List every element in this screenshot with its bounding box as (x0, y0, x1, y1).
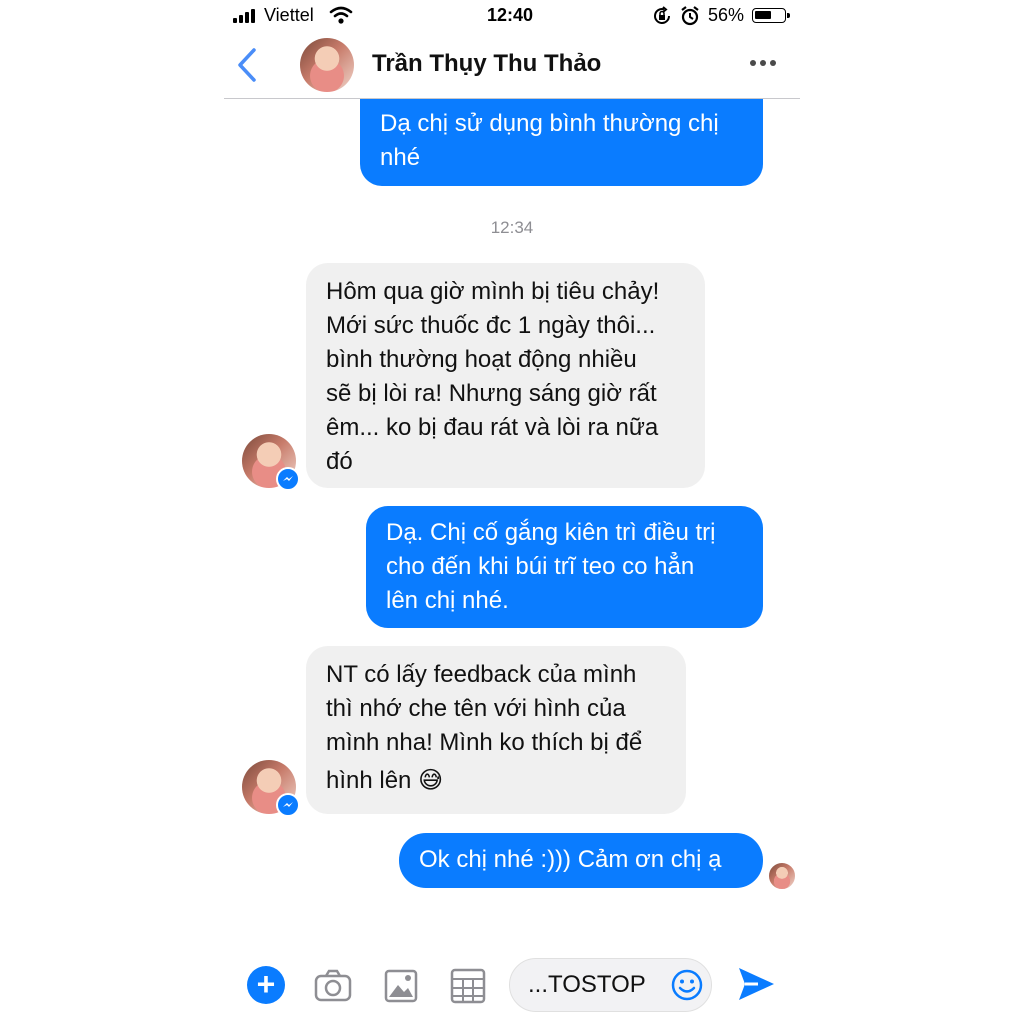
message-line: hình lên 😅 (326, 764, 666, 798)
status-bar: Viettel 12:40 56% (224, 0, 800, 32)
conversation-header: Trần Thụy Thu Thảo (224, 32, 800, 99)
battery-percent: 56% (708, 5, 745, 25)
plus-icon[interactable]: + (247, 966, 285, 1004)
message-line: êm... ko bị đau rát và lòi ra nữa (326, 414, 659, 441)
status-time: 12:40 (487, 5, 534, 25)
message-bubble-outgoing[interactable]: Dạ. Chị cố gắng kiên trì điều trị cho đế… (366, 506, 763, 628)
message-bubble-outgoing[interactable]: Dạ chị sử dụng bình thường chị nhé (360, 99, 763, 186)
message-line: Ok chị nhé :))) Cảm ơn chị ạ (419, 846, 722, 873)
message-composer: + ...TOSTOP (224, 950, 800, 1024)
contact-avatar[interactable] (300, 38, 354, 92)
message-line: Dạ chị sử dụng bình thường chị (380, 110, 719, 137)
message-input-value: ...TOSTOP (528, 971, 646, 998)
signal-icon (233, 9, 255, 23)
wifi-icon (329, 6, 353, 24)
chevron-left-icon[interactable] (234, 46, 264, 84)
carrier-name: Viettel (264, 5, 314, 25)
message-line: NT có lấy feedback của mình (326, 661, 637, 688)
message-line: đó (326, 448, 353, 475)
contact-name[interactable]: Trần Thụy Thu Thảo (372, 50, 601, 78)
messenger-badge-icon (276, 793, 300, 817)
alarm-icon (681, 6, 699, 26)
message-bubble-outgoing[interactable]: Ok chị nhé :))) Cảm ơn chị ạ (399, 833, 763, 888)
message-line: mình nha! Mình ko thích bị để (326, 729, 643, 756)
message-bubble-incoming[interactable]: NT có lấy feedback của mình thì nhớ che … (306, 646, 686, 814)
camera-icon[interactable] (313, 966, 353, 1006)
message-input[interactable]: ...TOSTOP (509, 958, 712, 1012)
message-line: nhé (380, 144, 421, 171)
battery-icon (752, 8, 790, 23)
message-line: Dạ. Chị cố gắng kiên trì điều trị (386, 519, 716, 546)
messenger-screen: Viettel 12:40 56% Trần Thụy Thu Thảo Dạ … (224, 0, 800, 1024)
message-line: sẽ bị lòi ra! Nhưng sáng giờ rất (326, 380, 657, 407)
grinning-sweat-emoji: 😅 (418, 767, 444, 794)
message-line: lên chị nhé. (386, 587, 509, 614)
grid-icon[interactable] (448, 966, 488, 1006)
message-bubble-incoming[interactable]: Hôm qua giờ mình bị tiêu chảy! Mới sức t… (306, 263, 705, 488)
message-text: hình lên (326, 767, 412, 794)
message-line: Hôm qua giờ mình bị tiêu chảy! (326, 278, 660, 305)
photo-icon[interactable] (381, 966, 421, 1006)
message-line: cho đến khi búi trĩ teo co hẳn (386, 553, 695, 580)
message-line: bình thường hoạt động nhiều (326, 346, 637, 373)
seen-avatar (768, 862, 796, 890)
messenger-badge-icon (276, 467, 300, 491)
rotation-lock-icon (654, 6, 670, 24)
message-line: thì nhớ che tên với hình của (326, 695, 626, 722)
message-timestamp: 12:34 (490, 218, 534, 237)
message-line: Mới sức thuốc đc 1 ngày thôi... (326, 312, 656, 339)
more-dots-icon[interactable] (750, 60, 776, 66)
emoji-icon[interactable] (671, 969, 703, 1001)
send-icon[interactable] (736, 964, 776, 1004)
